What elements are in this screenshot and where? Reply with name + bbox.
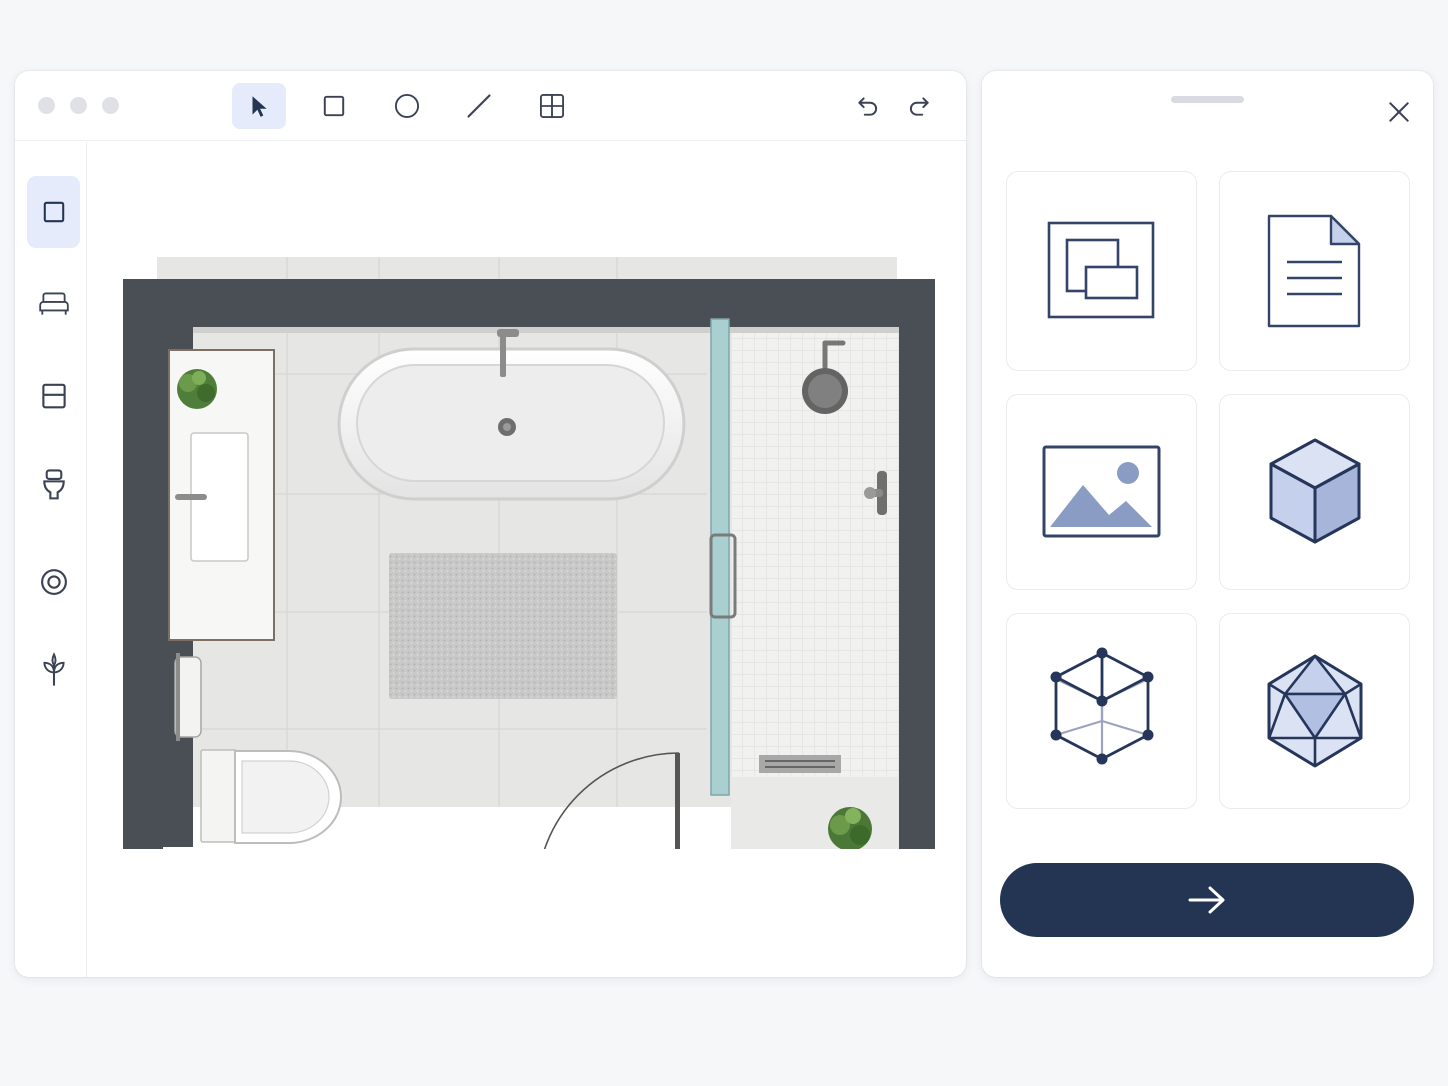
sidebar-item-bed[interactable] — [27, 267, 80, 339]
bath-rug — [389, 553, 617, 699]
bathtub — [337, 329, 686, 501]
window-close-dot[interactable] — [38, 97, 55, 114]
target-ring-icon — [40, 569, 67, 595]
next-button[interactable] — [1000, 863, 1414, 937]
sidebar-item-cabinet[interactable] — [27, 360, 80, 432]
redo-icon — [909, 97, 929, 116]
option-image-card[interactable] — [1006, 394, 1197, 590]
room-square-icon — [43, 201, 64, 223]
editor-toolbar — [15, 71, 966, 141]
circle-icon — [394, 93, 420, 119]
sidebar-item-plant[interactable] — [27, 634, 80, 706]
sidebar-item-toilet[interactable] — [27, 449, 80, 521]
panel-drag-handle[interactable] — [1171, 96, 1244, 103]
window-minimize-dot[interactable] — [70, 97, 87, 114]
option-layers-card[interactable] — [1006, 171, 1197, 371]
close-panel-button[interactable] — [1382, 95, 1416, 129]
redo-button[interactable] — [904, 91, 934, 121]
line-icon — [467, 94, 491, 118]
option-document-card[interactable] — [1219, 171, 1410, 371]
toilet — [200, 749, 342, 844]
option-polyhedron-card[interactable] — [1219, 613, 1410, 809]
grid-tool-button[interactable] — [525, 83, 579, 129]
sink-faucet — [175, 494, 207, 500]
sidebar-item-room[interactable] — [27, 176, 80, 248]
linear-drain — [759, 755, 841, 773]
shower-plant — [828, 807, 872, 851]
cabinet-icon — [41, 383, 66, 409]
rectangle-tool-button[interactable] — [307, 83, 361, 129]
object-sidebar — [15, 142, 87, 977]
select-tool-button[interactable] — [232, 83, 286, 129]
window-maximize-dot[interactable] — [102, 97, 119, 114]
grid-icon — [539, 93, 565, 119]
floor-plan-canvas[interactable] — [107, 207, 941, 915]
image-icon — [1042, 445, 1160, 538]
insert-panel — [982, 71, 1433, 977]
sidebar-item-ring[interactable] — [27, 546, 80, 618]
vanity-plant — [177, 369, 217, 409]
close-icon — [1389, 102, 1409, 122]
undo-button[interactable] — [853, 91, 883, 121]
line-tool-button[interactable] — [452, 83, 506, 129]
option-wireframe-card[interactable] — [1006, 613, 1197, 809]
plant-icon — [42, 652, 65, 686]
wireframe-cube-icon — [1050, 647, 1153, 765]
bed-icon — [38, 292, 69, 315]
towel-roll — [174, 653, 202, 741]
bathroom-floor-plan — [123, 257, 941, 915]
undo-icon — [858, 97, 878, 116]
square-icon — [323, 95, 345, 117]
arrow-right-icon — [1188, 886, 1225, 914]
shower-ledge — [731, 777, 899, 871]
cursor-arrow-icon — [252, 96, 267, 117]
editor-window — [15, 71, 966, 977]
layers-icon — [1047, 221, 1154, 319]
toilet-icon — [42, 469, 65, 500]
icosahedron-icon — [1267, 654, 1362, 768]
shower-glass-partition — [710, 318, 730, 796]
ellipse-tool-button[interactable] — [380, 83, 434, 129]
cube-icon — [1269, 438, 1360, 544]
option-cube-card[interactable] — [1219, 394, 1410, 590]
document-icon — [1267, 214, 1360, 328]
